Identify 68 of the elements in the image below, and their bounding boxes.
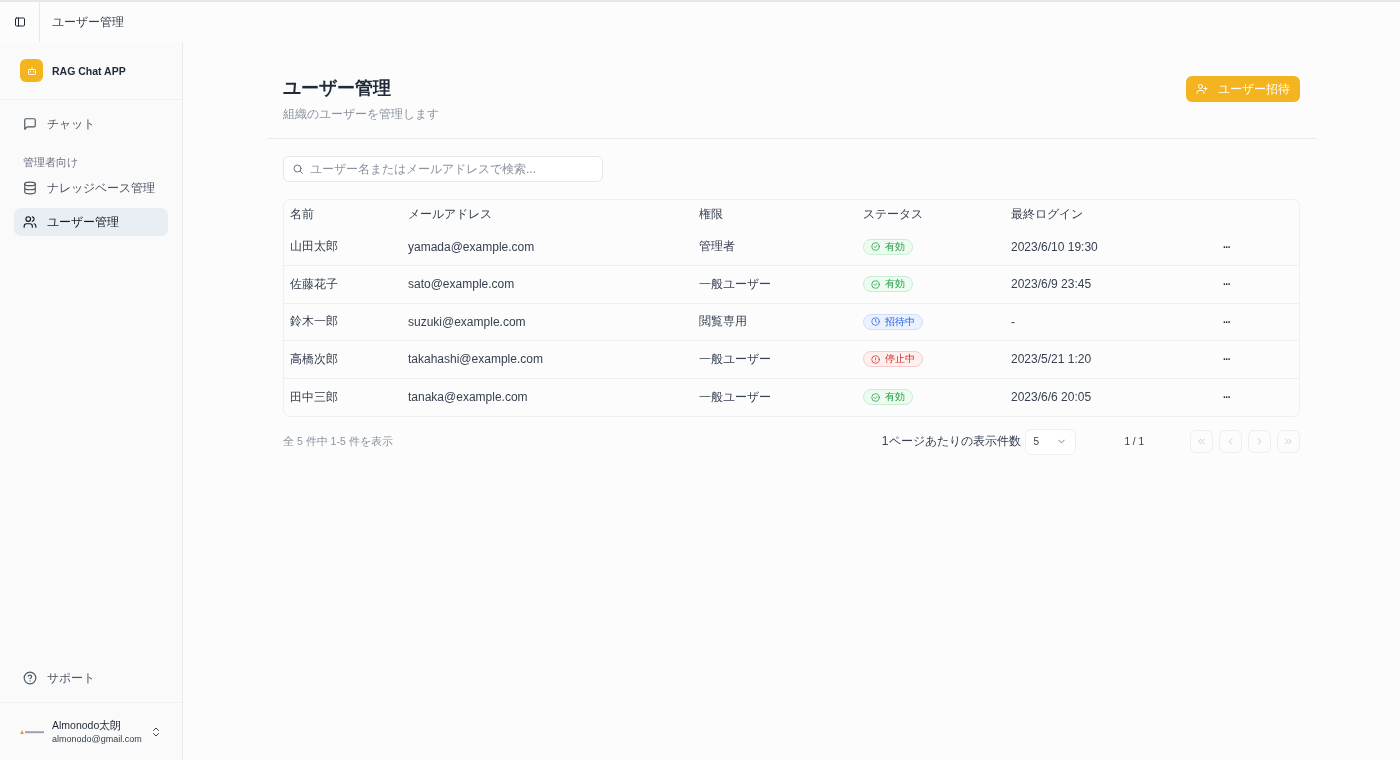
add-user-icon <box>1196 83 1208 95</box>
table-cell: 高橋次郎 <box>284 340 402 378</box>
check-circle-icon <box>871 392 880 402</box>
column-header: 最終ログイン <box>1010 205 1084 223</box>
table-cell: - <box>1005 303 1205 341</box>
nav-item[interactable]: ナレッジベース管理 <box>14 174 168 202</box>
more-actions-button[interactable]: ··· <box>1223 241 1230 253</box>
more-actions-button[interactable]: ··· <box>1223 316 1230 328</box>
table-cell: 2023/6/9 23:45 <box>1005 265 1205 303</box>
table-cell: sato@example.com <box>402 265 693 303</box>
page-indicator: 1 / 1 <box>1124 436 1144 447</box>
users-icon <box>23 215 37 229</box>
breadcrumb: ユーザー管理 <box>52 13 124 31</box>
page-subtitle: 組織のユーザーを管理します <box>283 107 439 122</box>
more-actions-button[interactable]: ··· <box>1223 354 1230 366</box>
status-badge: 停止中 <box>863 351 923 368</box>
check-circle-icon <box>871 242 880 251</box>
nav-item[interactable]: ユーザー管理 <box>14 208 168 236</box>
table-cell: 鈴木一郎 <box>284 303 402 341</box>
double-chevron-left-icon <box>1196 436 1207 447</box>
table-cell: yamada@example.com <box>402 228 693 266</box>
table-cell: 一般ユーザー <box>693 378 857 416</box>
per-page-label: 1ページあたりの表示件数 <box>881 433 1021 450</box>
column-header: 権限 <box>698 205 724 223</box>
column-header: 名前 <box>289 205 315 223</box>
double-chevron-right-icon <box>1283 436 1294 447</box>
page-title: ユーザー管理 <box>283 77 392 100</box>
column-header: ステータス <box>862 205 924 223</box>
support-link[interactable]: サポート <box>14 664 168 692</box>
table-cell: 田中三郎 <box>284 378 402 416</box>
alert-circle-icon <box>871 354 880 364</box>
table-cell: 一般ユーザー <box>693 265 857 303</box>
user-name: Almonodo太朗 <box>52 719 123 733</box>
section-title: 管理者向け <box>22 155 79 170</box>
more-actions-button[interactable]: ··· <box>1223 392 1230 403</box>
table-cell: 山田太郎 <box>284 228 402 266</box>
chevron-up-down-icon[interactable] <box>150 725 162 738</box>
table-cell: 2023/6/10 19:30 <box>1005 228 1205 266</box>
database-icon <box>23 181 37 195</box>
table-cell: 閲覧専用 <box>693 303 857 341</box>
help-icon <box>23 671 37 685</box>
user-email: almonodo@gmail.com <box>52 734 142 744</box>
clock-icon <box>871 317 880 327</box>
table-cell: 2023/5/21 1:20 <box>1005 340 1205 378</box>
robot-icon <box>25 64 38 77</box>
company-logo-icon <box>20 728 44 735</box>
per-page-select[interactable]: 5 <box>1024 428 1076 455</box>
table-cell: 佐藤花子 <box>284 265 402 303</box>
status-badge: 有効 <box>863 238 913 255</box>
results-summary: 全 5 件中 1-5 件を表示 <box>283 434 393 449</box>
column-header: メールアドレス <box>407 205 493 223</box>
table-cell: takahashi@example.com <box>402 340 693 378</box>
search-field[interactable]: ユーザー名またはメールアドレスで検索... <box>283 156 603 182</box>
check-circle-icon <box>871 279 880 289</box>
status-badge: 有効 <box>863 276 913 293</box>
table-cell: 管理者 <box>693 228 857 266</box>
table-cell: suzuki@example.com <box>402 303 693 341</box>
nav-item[interactable]: チャット <box>14 110 168 138</box>
table-cell: 一般ユーザー <box>693 340 857 378</box>
more-actions-button[interactable]: ··· <box>1223 279 1230 291</box>
app-name: RAG Chat APP <box>52 64 126 77</box>
status-badge: 有効 <box>863 389 913 405</box>
search-icon <box>292 163 304 175</box>
sidebar-toggle-icon[interactable] <box>13 16 26 28</box>
table-cell: 2023/6/6 20:05 <box>1005 378 1205 416</box>
table-cell: tanaka@example.com <box>402 378 693 416</box>
status-badge: 招待中 <box>863 313 923 330</box>
chat-bubble-icon <box>23 117 37 131</box>
